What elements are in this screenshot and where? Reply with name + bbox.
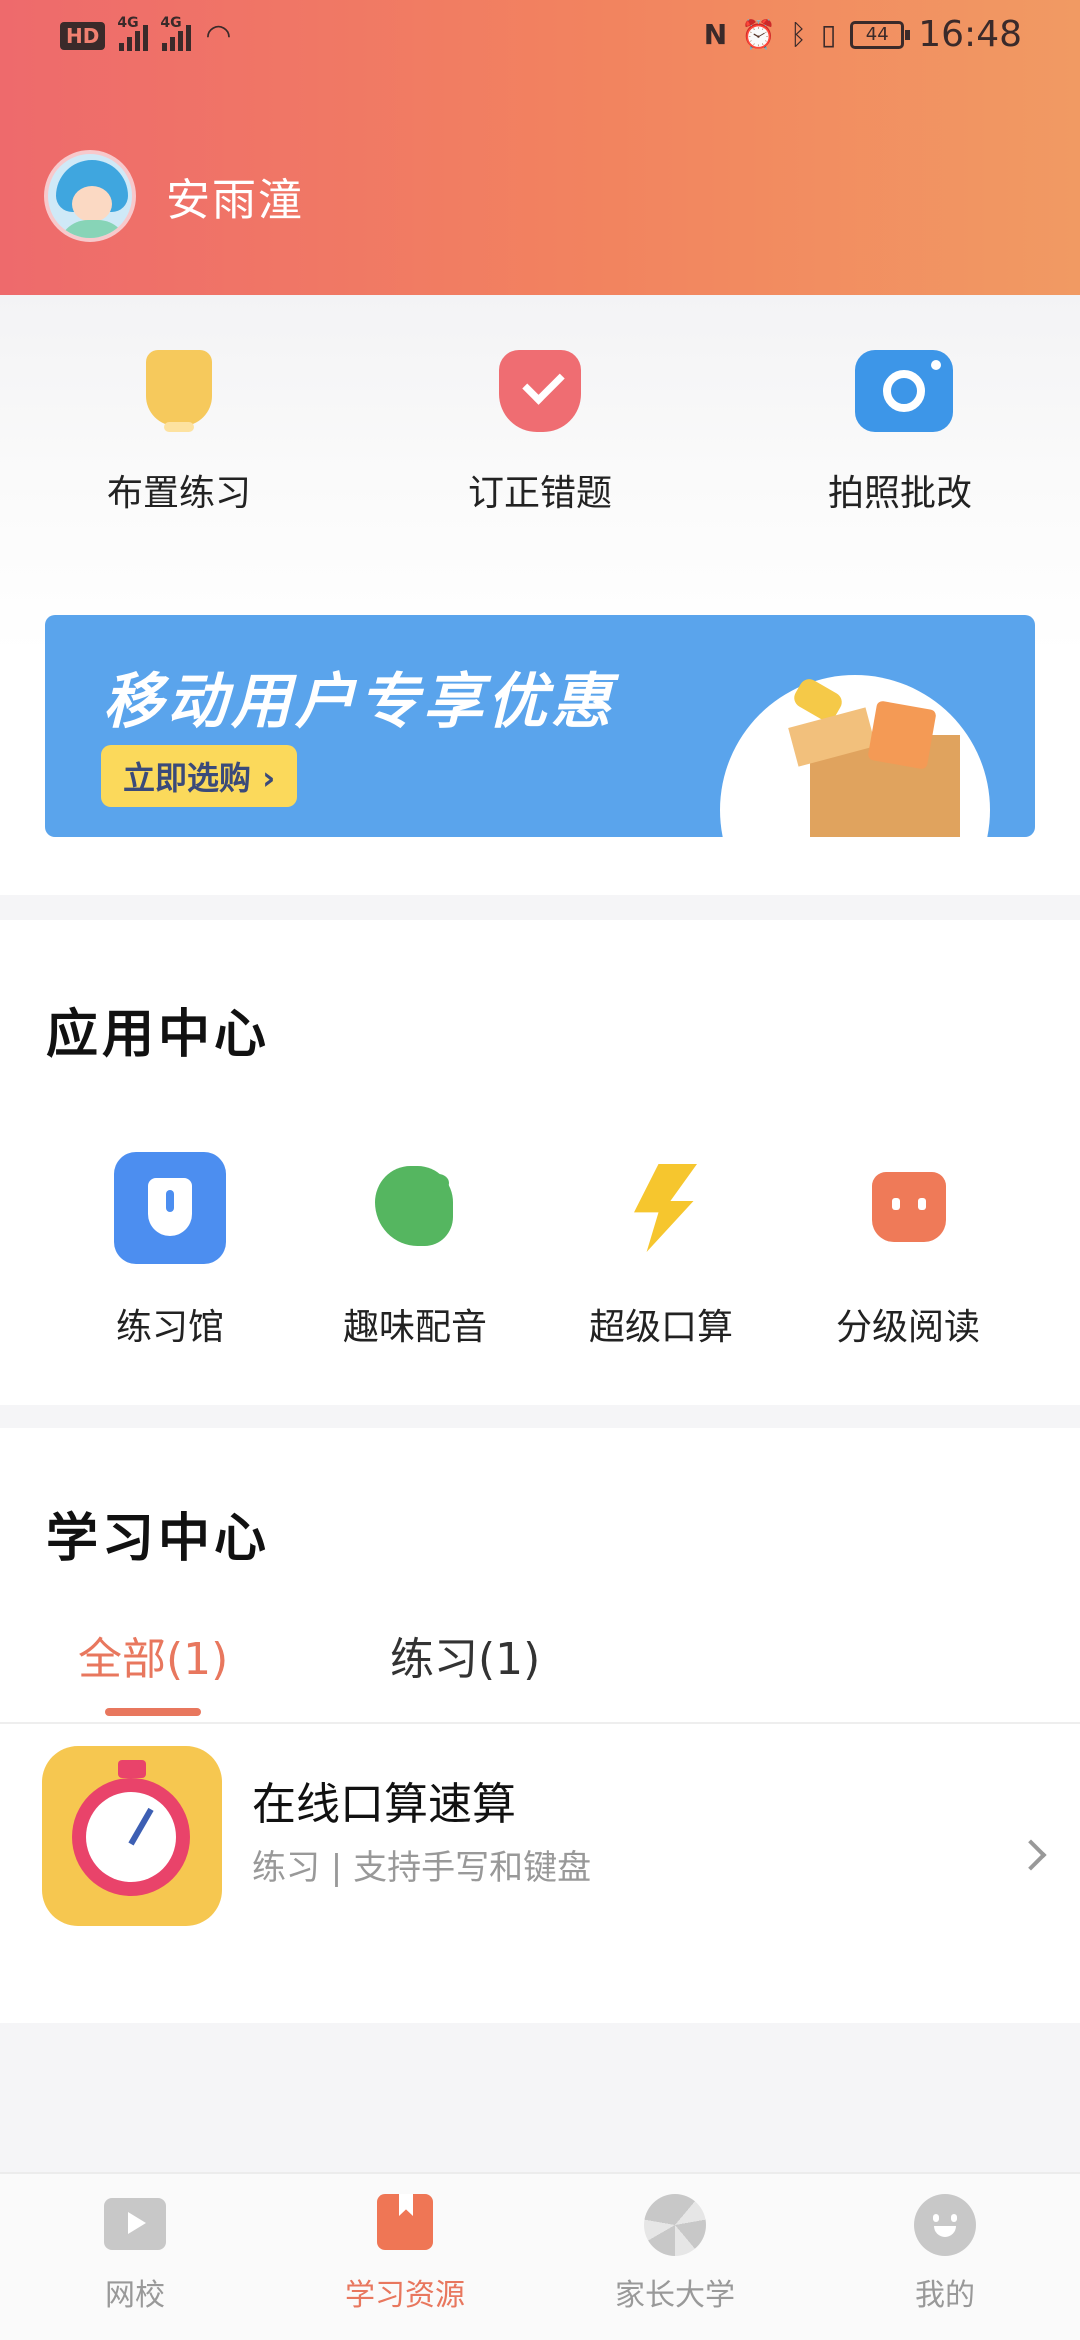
nav-label: 我的 — [915, 2278, 975, 2313]
quick-action-label: 订正错题 — [467, 473, 612, 514]
fox-icon — [852, 1152, 964, 1264]
video-icon — [104, 2194, 166, 2256]
quick-action-label: 拍照批改 — [827, 473, 972, 514]
promo-banner[interactable]: 移动用户专享优惠 立即选购 › — [45, 615, 1035, 837]
wifi-icon: ◠ — [205, 18, 232, 53]
username: 安雨潼 — [166, 175, 304, 226]
bird-icon — [359, 1152, 471, 1264]
course-subtitle: 练习 | 支持手写和键盘 — [252, 1848, 592, 1888]
divider — [0, 1722, 1080, 1724]
profile[interactable]: 安雨潼 — [44, 150, 304, 242]
smiley-icon — [914, 2194, 976, 2256]
active-tab-indicator — [105, 1708, 201, 1716]
app-label: 超级口算 — [588, 1307, 733, 1348]
nav-learning-resources[interactable]: 学习资源 — [305, 2194, 505, 2314]
app-label: 趣味配音 — [342, 1307, 487, 1348]
tab-all[interactable]: 全部(1) — [78, 1623, 228, 1687]
gift-box-icon — [810, 735, 960, 837]
status-bar: HD 4G 4G ◠ N ⏰ ᛒ ▯ 44 16:48 — [0, 0, 1080, 72]
list-item[interactable]: 在线口算速算 练习 | 支持手写和键盘 — [0, 1726, 1080, 1926]
signal-icon-2: 4G — [160, 15, 192, 51]
nfc-icon: N — [703, 18, 728, 51]
header: HD 4G 4G ◠ N ⏰ ᛒ ▯ 44 16:48 安雨潼 — [0, 0, 1080, 295]
shutter-icon — [644, 2194, 706, 2256]
clock: 16:48 — [918, 14, 1022, 55]
buy-now-button[interactable]: 立即选购 › — [101, 745, 298, 807]
bookmark-icon — [374, 2194, 436, 2256]
app-center-title: 应用中心 — [46, 1005, 271, 1065]
tab-practice[interactable]: 练习(1) — [390, 1623, 540, 1687]
lamp-icon — [134, 350, 224, 440]
nav-label: 网校 — [105, 2278, 165, 2313]
camera-icon — [855, 350, 953, 440]
app-practice-hall[interactable]: 练习馆 — [50, 1152, 290, 1350]
quick-action-assign-practice[interactable]: 布置练习 — [59, 350, 299, 516]
course-title: 在线口算速算 — [252, 1779, 516, 1830]
avatar[interactable] — [44, 150, 136, 242]
quick-action-label: 布置练习 — [106, 473, 251, 514]
app-center: 应用中心 练习馆 趣味配音 超级口算 分级阅读 — [0, 920, 1080, 1405]
bottom-nav: 网校 学习资源 家长大学 我的 — [0, 2172, 1080, 2340]
nav-label: 家长大学 — [615, 2278, 735, 2313]
nav-me[interactable]: 我的 — [845, 2194, 1045, 2314]
shield-icon — [114, 1152, 226, 1264]
learning-center-title: 学习中心 — [46, 1509, 271, 1569]
signal-icon: 4G — [117, 15, 149, 51]
alarm-icon: ⏰ — [741, 18, 777, 51]
app-graded-reading[interactable]: 分级阅读 — [788, 1152, 1028, 1350]
banner-title: 移动用户专享优惠 — [103, 667, 615, 737]
bluetooth-icon: ᛒ — [790, 18, 807, 51]
stopwatch-icon — [42, 1746, 222, 1926]
check-badge-icon — [495, 350, 585, 440]
app-label: 分级阅读 — [835, 1307, 980, 1348]
battery-icon: 44 — [850, 20, 911, 49]
nav-label: 学习资源 — [345, 2278, 465, 2313]
chevron-right-icon[interactable] — [1015, 1839, 1047, 1871]
app-super-arithmetic[interactable]: 超级口算 — [541, 1152, 781, 1350]
app-fun-dubbing[interactable]: 趣味配音 — [295, 1152, 535, 1350]
hd-badge: HD — [60, 21, 106, 50]
nav-parent-university[interactable]: 家长大学 — [575, 2194, 775, 2314]
app-label: 练习馆 — [115, 1307, 224, 1348]
nav-online-school[interactable]: 网校 — [35, 2194, 235, 2314]
lightning-icon — [605, 1152, 717, 1264]
quick-action-correct-errors[interactable]: 订正错题 — [420, 350, 660, 516]
vibrate-icon: ▯ — [820, 18, 837, 51]
learning-center: 学习中心 全部(1) 练习(1) 在线口算速算 练习 | 支持手写和键盘 — [0, 1428, 1080, 2023]
quick-action-photo-grading[interactable]: 拍照批改 — [780, 350, 1020, 516]
